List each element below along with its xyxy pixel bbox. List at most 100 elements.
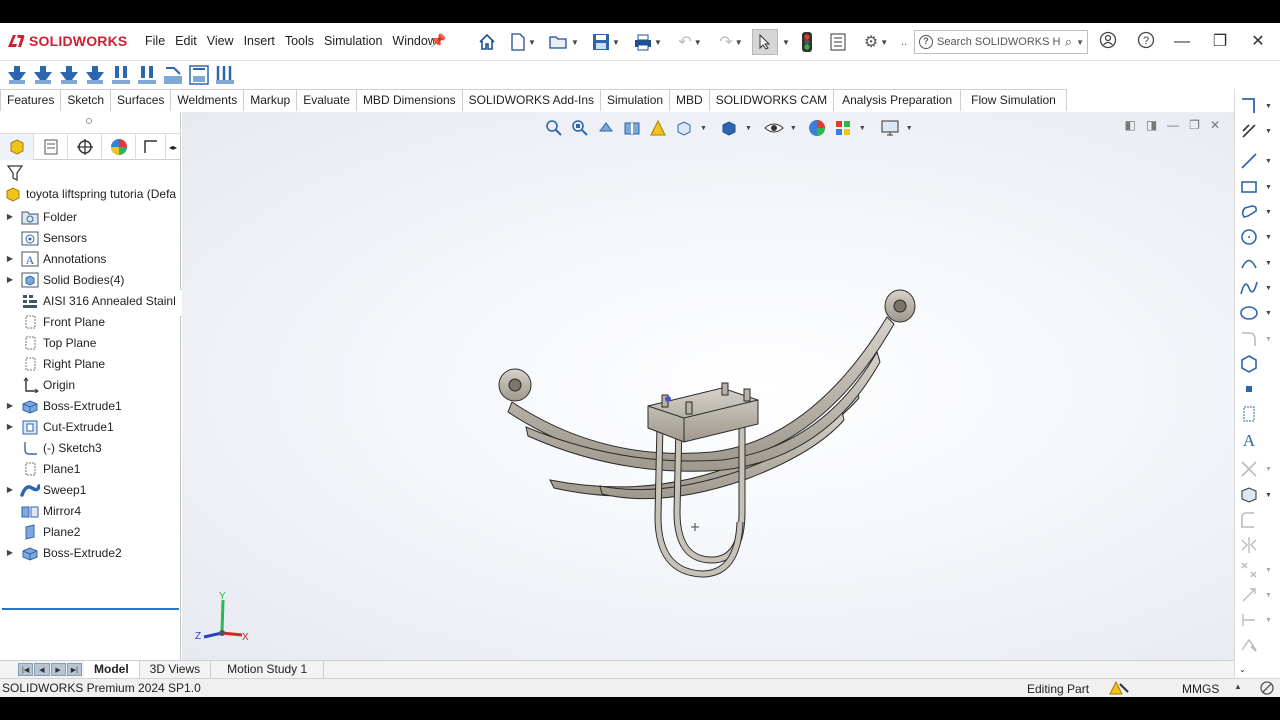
expand-arrow-icon[interactable]: ▶	[0, 401, 20, 410]
search-icon[interactable]: ⌕	[1065, 34, 1072, 50]
tab-solidworks-add-ins[interactable]: SOLIDWORKS Add-Ins	[462, 89, 602, 111]
tab-scroll-arrows-icon[interactable]: ◂▸	[166, 134, 180, 160]
previous-tab-icon[interactable]: ◀	[34, 663, 50, 676]
spline-tool[interactable]: ▼	[1239, 276, 1279, 300]
next-tab-icon[interactable]: ▶	[50, 663, 66, 676]
more-dots-icon[interactable]: ..	[898, 29, 910, 55]
expand-arrow-icon[interactable]: ▶	[0, 548, 20, 557]
tree-item-right-plane[interactable]: Right Plane	[0, 353, 181, 374]
slot-tool[interactable]: ▼	[1239, 200, 1279, 224]
tab-analysis-preparation[interactable]: Analysis Preparation	[834, 89, 962, 111]
minimize-window-icon[interactable]: —	[1170, 31, 1194, 53]
tree-item-boss-extrude2[interactable]: ▶ Boss-Extrude2	[0, 542, 181, 563]
menu-edit[interactable]: Edit	[175, 34, 197, 48]
panel-grip-icon[interactable]	[86, 118, 92, 124]
status-options-icon[interactable]	[1258, 679, 1276, 697]
tab-sketch[interactable]: Sketch	[61, 89, 112, 111]
mirror-entities-tool[interactable]	[1239, 533, 1279, 557]
search-input[interactable]: Search SOLIDWORKS H	[937, 36, 1060, 48]
menu-view[interactable]: View	[207, 34, 234, 48]
tree-item-sensors[interactable]: Sensors	[0, 227, 181, 248]
tab-evaluate[interactable]: Evaluate	[297, 89, 357, 111]
expand-arrow-icon[interactable]: ▶	[0, 485, 20, 494]
expand-arrow-icon[interactable]: ▶	[0, 275, 20, 284]
tab-model[interactable]: Model	[84, 661, 140, 678]
tab-motion-study-1[interactable]: Motion Study 1	[211, 661, 325, 678]
swept-boss-icon[interactable]	[58, 64, 80, 86]
revolved-cut-icon[interactable]	[188, 64, 210, 86]
smart-dimension-tool[interactable]: ▼	[1239, 119, 1279, 143]
tree-item-annotations[interactable]: ▶ A Annotations	[0, 248, 181, 269]
menu-simulation[interactable]: Simulation	[324, 34, 382, 48]
text-tool[interactable]: A	[1239, 427, 1279, 451]
tree-item-mirror4[interactable]: Mirror4	[0, 500, 181, 521]
tab-appearance-manager[interactable]	[102, 134, 136, 160]
tree-item-boss-extrude1[interactable]: ▶ Boss-Extrude1	[0, 395, 181, 416]
unit-system-dropdown-icon[interactable]: ▲	[1234, 682, 1242, 691]
boundary-boss-icon[interactable]	[110, 64, 132, 86]
rollback-bar[interactable]	[2, 608, 179, 610]
open-folder-icon[interactable]: ▼	[546, 29, 582, 55]
tree-item-top-plane[interactable]: Top Plane	[0, 332, 181, 353]
tab-mbd-dimensions[interactable]: MBD Dimensions	[356, 89, 463, 111]
select-pointer-icon[interactable]	[752, 29, 778, 55]
save-icon[interactable]: ▼	[588, 29, 624, 55]
tree-root-part[interactable]: toyota liftspring tutoria (Defa	[4, 185, 181, 203]
line-tool[interactable]: ▼	[1239, 149, 1279, 173]
menu-tools[interactable]: Tools	[285, 34, 314, 48]
graphics-area[interactable]: ▼ ▼ ▼ ▼ ▼ ◧ ◨ — ❐ ✕ Y X Z	[182, 112, 1234, 660]
circle-tool[interactable]: ▼	[1239, 225, 1279, 249]
tree-item-folder[interactable]: ▶ Folder	[0, 206, 181, 227]
extruded-cut-icon[interactable]	[136, 64, 158, 86]
tab-dimxpert-manager[interactable]	[136, 134, 166, 160]
ellipse-tool[interactable]: ▼	[1239, 301, 1279, 325]
tab-features[interactable]: Features	[0, 89, 62, 111]
new-document-icon[interactable]: ▼	[506, 29, 540, 55]
convert-entities-tool[interactable]: ▼	[1239, 483, 1279, 507]
rebuild-status-icon[interactable]	[1108, 680, 1130, 697]
tab-3d-views[interactable]: 3D Views	[140, 661, 212, 678]
tree-item-front-plane[interactable]: Front Plane	[0, 311, 181, 332]
trim-tool[interactable]: ▼	[1239, 457, 1279, 481]
tab-markup[interactable]: Markup	[244, 89, 298, 111]
coordinate-triad[interactable]	[203, 599, 243, 639]
home-icon[interactable]	[476, 29, 498, 55]
construction-plane-tool[interactable]	[1239, 402, 1279, 426]
expand-arrow-icon[interactable]: ▶	[0, 422, 20, 431]
rebuild-traffic-light-icon[interactable]	[798, 29, 816, 55]
tree-item-plane2[interactable]: Plane2	[0, 521, 181, 542]
tree-item-plane1[interactable]: Plane1	[0, 458, 181, 479]
expand-arrow-icon[interactable]: ▶	[0, 254, 20, 263]
leaf-spring-model[interactable]	[182, 112, 1234, 660]
repair-sketch-tool[interactable]	[1239, 634, 1279, 658]
tab-configuration-manager[interactable]	[68, 134, 102, 160]
hole-wizard-icon[interactable]	[162, 64, 184, 86]
unit-system-label[interactable]: MMGS	[1182, 682, 1219, 696]
revolved-boss-icon[interactable]	[32, 64, 54, 86]
sketch-tool[interactable]: ▼	[1239, 94, 1279, 118]
redo-icon[interactable]: ↷ ▼	[714, 29, 748, 55]
file-properties-icon[interactable]	[826, 29, 850, 55]
tree-item-sweep1[interactable]: ▶ Sweep1	[0, 479, 181, 500]
close-window-icon[interactable]: ✕	[1246, 31, 1270, 53]
move-entities-tool[interactable]: ▼	[1239, 583, 1279, 607]
swept-cut-icon[interactable]	[214, 64, 236, 86]
rectangle-tool[interactable]: ▼	[1239, 175, 1279, 199]
filter-icon[interactable]	[6, 164, 24, 185]
tab-property-manager[interactable]	[34, 134, 68, 160]
tab-flow-simulation[interactable]: Flow Simulation	[961, 89, 1067, 111]
menu-insert[interactable]: Insert	[244, 34, 275, 48]
help-icon[interactable]: ?	[1134, 31, 1158, 53]
fillet-tool[interactable]: ▼	[1239, 327, 1279, 351]
tab-weldments[interactable]: Weldments	[171, 89, 245, 111]
point-tool[interactable]	[1239, 377, 1279, 401]
restore-window-icon[interactable]: ❐	[1208, 31, 1232, 53]
tree-item-sketch3[interactable]: (-) Sketch3	[0, 437, 181, 458]
search-dropdown-icon[interactable]: ▼	[1076, 38, 1084, 47]
menu-file[interactable]: File	[145, 34, 165, 48]
arc-tool[interactable]: ▼	[1239, 251, 1279, 275]
tree-item-origin[interactable]: Origin	[0, 374, 181, 395]
undo-icon[interactable]: ↶ ▼	[672, 29, 708, 55]
pin-menu-icon[interactable]: 📌	[430, 33, 446, 49]
tab-mbd[interactable]: MBD	[670, 89, 710, 111]
